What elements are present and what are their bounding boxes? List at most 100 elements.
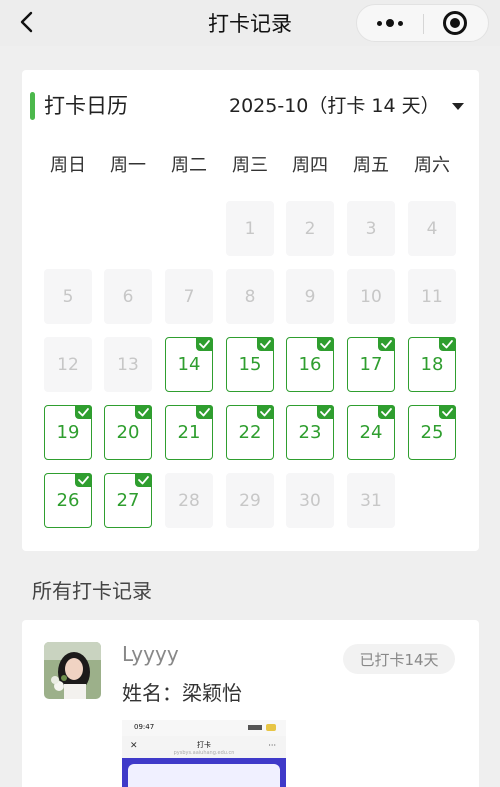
day-number: 9 (304, 286, 316, 307)
day-number: 27 (116, 490, 140, 511)
calendar-day-checked[interactable]: 18 (408, 337, 456, 392)
day-number: 7 (183, 286, 195, 307)
checkmark-icon (439, 337, 456, 351)
day-number: 31 (360, 490, 382, 511)
record-username: Lyyyy (122, 642, 179, 666)
thumbnail-title: 打卡 (197, 741, 211, 749)
calendar-day-checked[interactable]: 19 (44, 405, 92, 460)
capsule-divider (423, 14, 424, 34)
thumbnail-more-icon: ··· (268, 741, 276, 750)
day-number: 14 (177, 354, 201, 375)
weekday-label: 周日 (50, 155, 86, 176)
day-number: 26 (56, 490, 80, 511)
day-number: 20 (116, 422, 140, 443)
day-number: 29 (239, 490, 261, 511)
calendar-title: 打卡日历 (44, 94, 128, 118)
accent-bar (30, 92, 35, 120)
thumbnail-panel (128, 764, 280, 787)
calendar-day: 28 (165, 473, 213, 528)
calendar-day-checked[interactable]: 14 (165, 337, 213, 392)
checkmark-icon (135, 473, 152, 487)
day-number: 8 (244, 286, 256, 307)
day-number: 17 (359, 354, 383, 375)
weekday-label: 周四 (292, 155, 328, 176)
calendar-day: 6 (104, 269, 152, 324)
calendar-day-checked[interactable]: 20 (104, 405, 152, 460)
weekday-label: 周六 (414, 155, 450, 176)
day-number: 3 (365, 218, 377, 239)
calendar-day: 2 (286, 201, 334, 256)
chevron-left-icon (20, 11, 33, 33)
day-number: 6 (122, 286, 134, 307)
back-button[interactable] (12, 6, 42, 38)
calendar-day-checked[interactable]: 27 (104, 473, 152, 528)
calendar-day-checked[interactable]: 17 (347, 337, 395, 392)
calendar-day: 3 (347, 201, 395, 256)
day-number: 30 (299, 490, 321, 511)
target-circle-icon[interactable] (443, 11, 467, 35)
record-fullname: 姓名：梁颖怡 (122, 681, 242, 705)
day-number: 1 (244, 218, 256, 239)
day-number: 24 (359, 422, 383, 443)
checkmark-icon (75, 405, 92, 419)
calendar-day: 13 (104, 337, 152, 392)
calendar-day: 30 (286, 473, 334, 528)
day-number: 21 (177, 422, 201, 443)
thumbnail-time: 09:47 (134, 723, 155, 731)
nav-bar: 打卡记录 (0, 0, 500, 46)
weekday-label: 周三 (232, 155, 268, 176)
calendar-day-checked[interactable]: 15 (226, 337, 274, 392)
calendar-day: 31 (347, 473, 395, 528)
day-number: 18 (420, 354, 444, 375)
calendar-day-checked[interactable]: 26 (44, 473, 92, 528)
day-number: 2 (304, 218, 316, 239)
calendar-day-checked[interactable]: 21 (165, 405, 213, 460)
calendar-card: 打卡日历 2025-10（打卡 14 天） 周日 周一 周二 周三 周四 周五 周六 123… (22, 70, 479, 551)
calendar-day-checked[interactable]: 24 (347, 405, 395, 460)
avatar[interactable] (44, 642, 101, 699)
record-card: Lyyyy 姓名：梁颖怡 已打卡14天 09:47 ✕ 打卡 pysbys.aa… (22, 620, 479, 787)
caret-down-icon (451, 102, 464, 110)
checkmark-icon (317, 405, 334, 419)
checkmark-icon (196, 405, 213, 419)
record-screenshot-thumbnail[interactable]: 09:47 ✕ 打卡 pysbys.aaiuhang.edu.cn ··· (122, 720, 286, 787)
weekday-label: 周一 (110, 155, 146, 176)
calendar-day: 10 (347, 269, 395, 324)
calendar-day: 11 (408, 269, 456, 324)
day-number: 28 (178, 490, 200, 511)
weekday-label: 周五 (353, 155, 389, 176)
weekday-label: 周二 (171, 155, 207, 176)
checkmark-icon (196, 337, 213, 351)
month-label: 2025-10（打卡 14 天） (229, 95, 440, 117)
calendar-day-checked[interactable]: 25 (408, 405, 456, 460)
checkmark-icon (378, 337, 395, 351)
more-dots-icon[interactable] (357, 5, 423, 41)
calendar-day-checked[interactable]: 23 (286, 405, 334, 460)
checkmark-icon (75, 473, 92, 487)
day-number: 16 (298, 354, 322, 375)
checkmark-icon (378, 405, 395, 419)
day-number: 19 (56, 422, 80, 443)
day-number: 22 (238, 422, 262, 443)
day-number: 10 (360, 286, 382, 307)
thumbnail-url: pysbys.aaiuhang.edu.cn (173, 750, 235, 756)
calendar-day: 1 (226, 201, 274, 256)
calendar-day: 8 (226, 269, 274, 324)
calendar-day-checked[interactable]: 22 (226, 405, 274, 460)
calendar-day: 29 (226, 473, 274, 528)
day-number: 13 (117, 354, 139, 375)
day-number: 5 (62, 286, 74, 307)
calendar-day: 9 (286, 269, 334, 324)
calendar-day: 12 (44, 337, 92, 392)
day-number: 23 (298, 422, 322, 443)
mini-program-capsule (356, 4, 489, 42)
month-selector[interactable]: 2025-10（打卡 14 天） (229, 92, 464, 120)
checkmark-icon (257, 337, 274, 351)
records-section-title: 所有打卡记录 (32, 579, 152, 603)
calendar-day: 4 (408, 201, 456, 256)
checkmark-icon (439, 405, 456, 419)
calendar-day-checked[interactable]: 16 (286, 337, 334, 392)
checkmark-icon (317, 337, 334, 351)
checkmark-icon (257, 405, 274, 419)
day-number: 15 (238, 354, 262, 375)
